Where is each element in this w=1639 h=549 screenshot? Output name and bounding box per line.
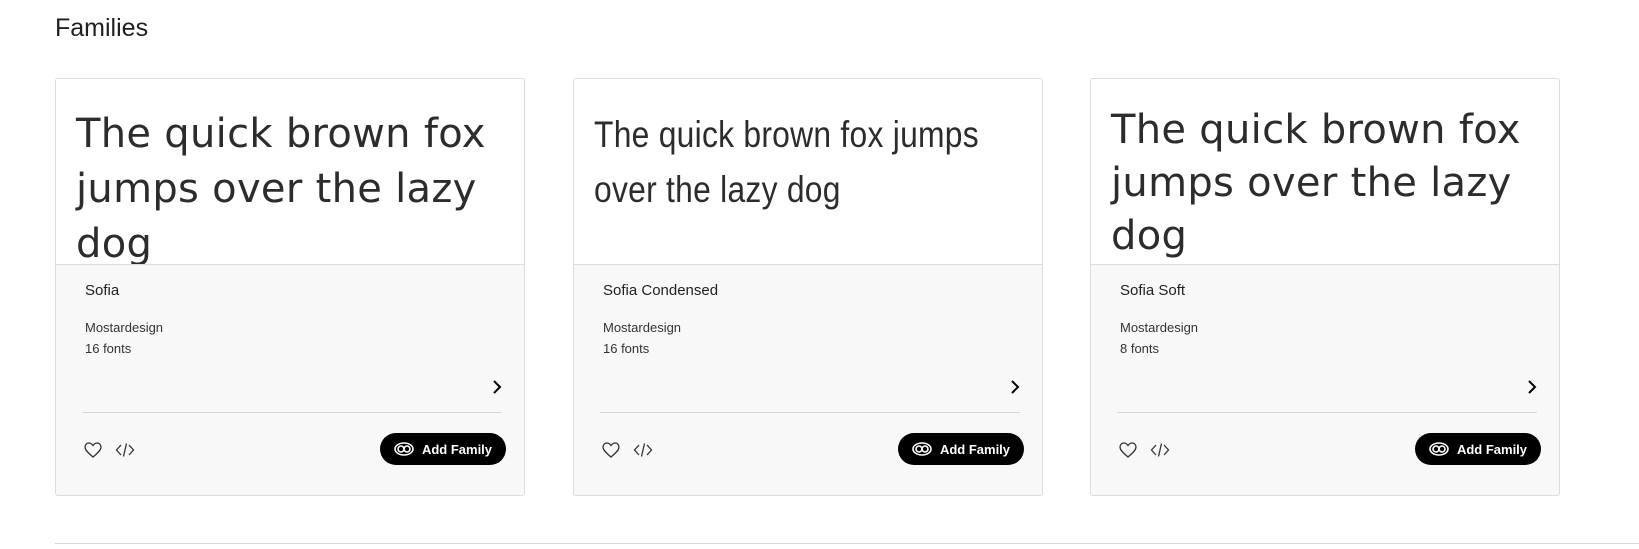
section-title: Families	[55, 14, 149, 42]
foundry-name[interactable]: Mostardesign	[1120, 320, 1198, 335]
add-family-label: Add Family	[421, 441, 493, 457]
font-count: 16 fonts	[85, 341, 132, 356]
add-family-button[interactable]: Add Family	[380, 433, 506, 465]
font-sample-area[interactable]: The quick brown fox jumps over the lazy …	[56, 79, 524, 265]
font-sample-area[interactable]: The quick brown fox jumps over the lazy …	[1091, 79, 1559, 265]
font-count: 8 fonts	[1120, 341, 1160, 356]
heart-icon[interactable]	[601, 440, 621, 460]
code-icon[interactable]	[1150, 440, 1170, 460]
foundry-name[interactable]: Mostardesign	[85, 320, 163, 335]
family-name[interactable]: Sofia Soft	[1120, 282, 1185, 299]
heart-icon[interactable]	[1118, 440, 1138, 460]
add-family-label: Add Family	[939, 441, 1011, 457]
card-divider	[600, 412, 1020, 413]
add-family-button[interactable]: Add Family	[898, 433, 1024, 465]
family-card-sofia-condensed[interactable]: The quick brown fox jumps over the lazy …	[573, 78, 1043, 496]
font-sample-text: The quick brown fox jumps over the lazy …	[1111, 107, 1521, 259]
creative-cloud-icon	[912, 442, 932, 456]
chevron-right-icon[interactable]	[1007, 379, 1023, 395]
font-sample-text: The quick brown fox jumps over the lazy …	[594, 114, 979, 210]
code-icon[interactable]	[115, 440, 135, 460]
family-card-sofia-soft[interactable]: The quick brown fox jumps over the lazy …	[1090, 78, 1560, 496]
heart-icon[interactable]	[83, 440, 103, 460]
card-divider	[82, 412, 502, 413]
code-icon[interactable]	[633, 440, 653, 460]
add-family-button[interactable]: Add Family	[1415, 433, 1541, 465]
add-family-label: Add Family	[1456, 441, 1528, 457]
font-sample-text: The quick brown fox jumps over the lazy …	[76, 111, 486, 265]
chevron-right-icon[interactable]	[489, 379, 505, 395]
chevron-right-icon[interactable]	[1524, 379, 1540, 395]
creative-cloud-icon	[394, 442, 414, 456]
family-name[interactable]: Sofia	[85, 282, 119, 299]
font-sample-area[interactable]: The quick brown fox jumps over the lazy …	[574, 79, 1042, 265]
font-count: 16 fonts	[603, 341, 650, 356]
family-card-sofia[interactable]: The quick brown fox jumps over the lazy …	[55, 78, 525, 496]
section-bottom-divider	[55, 543, 1639, 544]
card-divider	[1117, 412, 1537, 413]
creative-cloud-icon	[1429, 442, 1449, 456]
family-name[interactable]: Sofia Condensed	[603, 282, 718, 299]
foundry-name[interactable]: Mostardesign	[603, 320, 681, 335]
